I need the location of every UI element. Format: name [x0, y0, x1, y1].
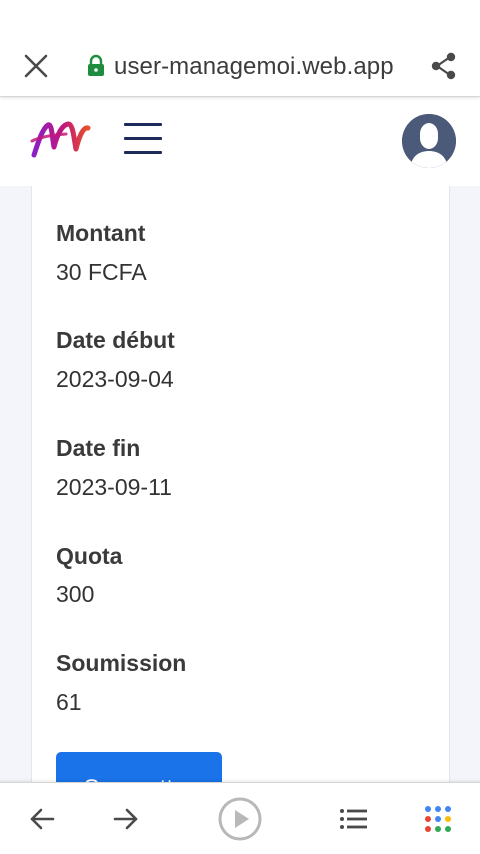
user-avatar[interactable]: [402, 114, 456, 168]
back-button[interactable]: [20, 797, 64, 841]
hamburger-menu-icon: [124, 137, 162, 140]
user-avatar-icon: [402, 114, 456, 168]
app-logo[interactable]: [30, 119, 92, 161]
close-icon: [24, 54, 48, 78]
field-label-date-fin: Date fin: [56, 435, 141, 461]
content-area: Montant 30 FCFA Date début 2023-09-04 Da…: [0, 186, 480, 782]
submit-button[interactable]: Soumettre: [56, 752, 222, 782]
app-header: [0, 97, 480, 186]
play-button[interactable]: [218, 797, 262, 841]
url-display[interactable]: user-managemoi.web.app: [114, 53, 394, 81]
menu-toggle-button[interactable]: [122, 121, 166, 157]
hamburger-menu-icon: [124, 123, 162, 126]
field-label-date-debut: Date début: [56, 327, 175, 353]
forward-button[interactable]: [104, 797, 148, 841]
apps-button[interactable]: [416, 797, 460, 841]
browser-bottom-nav: [0, 782, 480, 854]
share-icon: [431, 52, 456, 80]
play-circle-icon: [218, 797, 262, 841]
field-label-montant: Montant: [56, 220, 146, 246]
list-icon: [340, 809, 367, 829]
field-value-montant: 30 FCFA: [56, 259, 147, 285]
reading-list-button[interactable]: [332, 797, 376, 841]
arrow-right-icon: [113, 808, 138, 830]
lock-icon: [88, 54, 104, 76]
field-value-soumission: 61: [56, 689, 82, 715]
field-label-soumission: Soumission: [56, 650, 187, 676]
field-value-date-debut: 2023-09-04: [56, 366, 174, 392]
field-label-quota: Quota: [56, 543, 123, 569]
arrow-left-icon: [30, 808, 55, 830]
hamburger-menu-icon: [124, 151, 162, 154]
field-value-date-fin: 2023-09-11: [56, 474, 172, 500]
apps-grid-icon: [425, 806, 451, 832]
close-tab-button[interactable]: [18, 48, 54, 84]
browser-toolbar: user-managemoi.web.app: [0, 0, 480, 97]
field-value-quota: 300: [56, 581, 95, 607]
share-button[interactable]: [426, 48, 462, 84]
subscription-detail-card: Montant 30 FCFA Date début 2023-09-04 Da…: [31, 186, 450, 782]
